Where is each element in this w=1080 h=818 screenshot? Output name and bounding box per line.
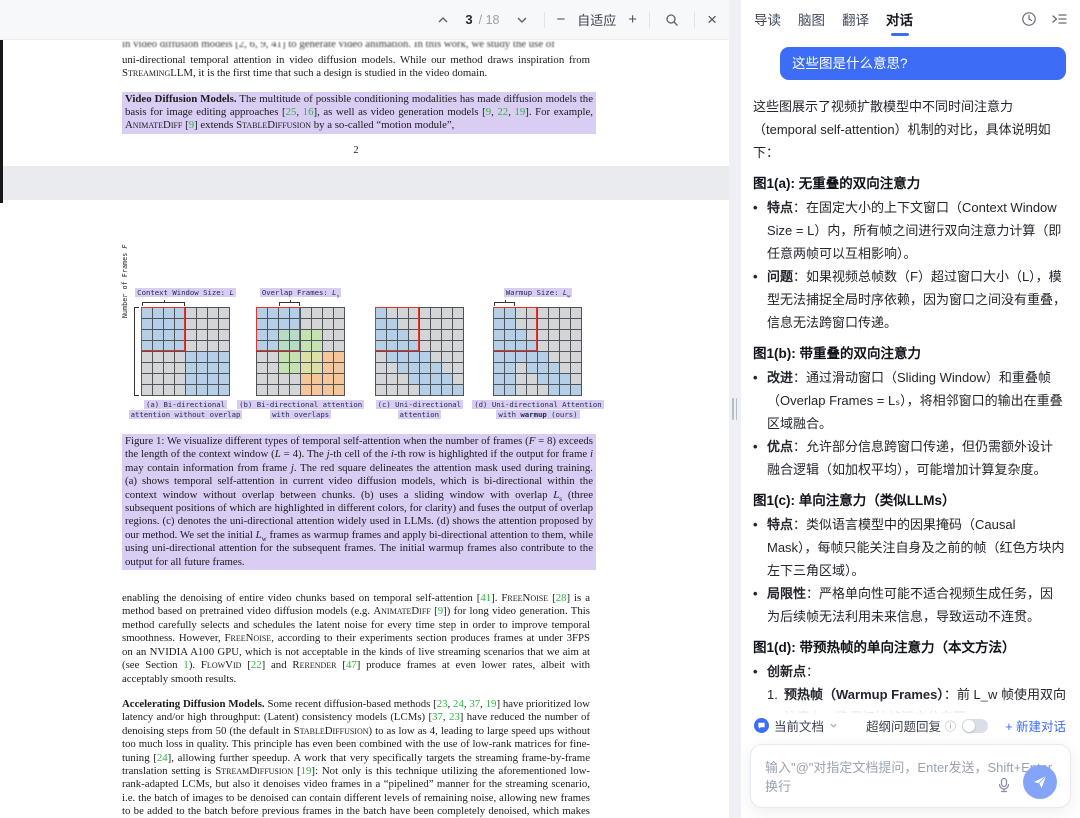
chat-message-list: 这些图是什么意思? 这些图展示了视频扩散模型中不同时间注意力（temporal … [741,38,1080,740]
figure-1-caption: Figure 1: We visualize different types o… [122,434,596,570]
attention-grid-a [141,307,230,396]
chat-section-heading: 图1(c): 单向注意力（类似LLMs） [753,489,1066,512]
close-button[interactable]: × [707,11,717,28]
figure-1: Context Window Size: LNumber of Frames F… [122,288,590,420]
pdf-paragraph: enabling the denoising of entire video c… [122,592,590,686]
user-message-bubble: 这些图是什么意思? [780,47,1066,80]
panel-b-caption: (b) Bi-directional attentionwith overlap… [237,400,364,420]
chevron-down-icon [516,14,528,26]
chat-doc-icon [754,718,769,733]
search-icon [665,13,679,27]
clock-history-icon[interactable] [1021,11,1037,27]
info-icon: ⓘ [945,718,956,734]
figure-panel-c: (c) Uni-directionalattention [367,288,471,420]
zoom-out-button[interactable]: − [557,12,566,27]
chat-section-heading: 图1(d): 带预热帧的单向注意力（本文方法） [753,636,1066,659]
chat-tabs: 导读脑图翻译对话 [754,0,913,38]
pdf-paragraph: Accelerating Diffusion Models. Some rece… [122,698,590,818]
chat-bullet: •问题：如果视频总帧数（F）超过窗口大小（L），模型无法捕捉全局时序依赖，因为窗… [753,265,1066,334]
tab-导读[interactable]: 导读 [754,0,781,38]
assistant-sections: 图1(a): 无重叠的双向注意力•特点：在固定大小的上下文窗口（Context … [753,172,1066,740]
doc-scope-label: 当前文档 [774,716,824,735]
fit-mode-button[interactable]: 自适应 [577,10,616,29]
chat-bullet: •特点：在固定大小的上下文窗口（Context Window Size = L）… [753,196,1066,265]
panel-b-label: Overlap Frames: Ls [260,288,342,300]
chevron-down-icon [829,721,838,730]
assistant-intro: 这些图展示了视频扩散模型中不同时间注意力（temporal self-atten… [753,95,1066,164]
beyond-scope-toggle[interactable] [962,719,988,733]
chevron-up-icon [437,14,449,26]
pdf-viewer: in video diffusion models [2, 6, 9, 41] … [0,0,729,818]
toggle-knob [963,720,975,732]
divider-grip-icon[interactable] [732,398,738,420]
toolbar-divider [649,12,650,28]
pdf-paragraph: uni-directional temporal attention in vi… [122,54,590,81]
toggle-label: 超纲问题回复 [866,716,941,735]
header-icons [1021,11,1068,27]
beyond-scope-toggle-group: 超纲问题回复 ⓘ [866,716,988,735]
chat-bullet: •优点：允许部分信息跨窗口传递，但仍需额外设计融合逻辑（如加权平均），可能增加计… [753,435,1066,481]
pdf-toolbar: 3 / 18 − 自适应 + × [0,0,729,40]
doc-scope-selector[interactable]: 当前文档 [754,716,838,735]
ai-chat-panel: 导读脑图翻译对话 这些图是什么意思? 这些图展示了视频扩散模型中不同时间注意力（… [741,0,1080,818]
new-chat-button[interactable]: + 新建对话 [1005,716,1066,735]
mic-icon[interactable] [996,777,1012,798]
toolbar-divider [544,12,545,28]
figure-panel-d: Warmup Size: Lw(d) Uni-directional Atten… [486,288,590,420]
pdf-clipped-line: in video diffusion models [2, 6, 9, 41] … [122,42,612,51]
pdf-page-3: Context Window Size: L Number of Frames F… [0,200,729,818]
chat-bullet: •改进：通过滑动窗口（Sliding Window）和重叠帧（Overlap F… [753,366,1066,435]
tab-翻译[interactable]: 翻译 [842,0,869,38]
attention-grid-d [493,307,582,396]
figure-panel-b: Overlap Frames: Ls(b) Bi-directional att… [249,288,353,420]
chat-bullet: •创新点： [753,660,1066,683]
figure-panel-a: Context Window Size: LNumber of Frames F… [122,288,234,420]
user-message-text: 这些图是什么意思? [792,56,908,71]
panel-a-label: Context Window Size: L [135,288,236,300]
panel-d-bracket [493,300,582,307]
chat-input[interactable]: 输入"@"对指定文档提问，Enter发送，Shift+Enter换行 [750,744,1071,808]
app-window: in video diffusion models [2, 6, 9, 41] … [0,0,1080,818]
current-page-input[interactable]: 3 [465,12,472,27]
attention-grid-b [256,307,345,396]
panel-a-caption: (a) Bi-directionalattention without over… [129,400,243,420]
pdf-page-2: in video diffusion models [2, 6, 9, 41] … [0,40,729,166]
collapse-panel-icon[interactable] [1051,11,1068,27]
tab-对话[interactable]: 对话 [886,0,913,38]
page-number: 2 [122,145,590,156]
page-gap [0,166,729,200]
pdf-highlighted-paragraph: Video Diffusion Models. The multitude of… [122,92,596,134]
total-pages-label: / 18 [479,13,500,27]
chat-input-placeholder: 输入"@"对指定文档提问，Enter发送，Shift+Enter换行 [751,745,1070,795]
panel-a-bracket [141,300,230,307]
toolbar-divider [694,12,695,28]
chat-header: 导读脑图翻译对话 [741,0,1080,38]
assistant-message: 这些图展示了视频扩散模型中不同时间注意力（temporal self-atten… [753,95,1066,740]
search-button[interactable] [662,10,682,30]
panel-d-caption: (d) Uni-directional Attentionwith warmup… [472,400,603,420]
pane-divider[interactable] [729,0,741,818]
chat-bullet: •局限性：严格单向性可能不适合视频生成任务，因为后续帧无法利用未来信息，导致运动… [753,582,1066,628]
frames-axis-bracket [134,307,139,396]
chat-footer-bar: 当前文档 超纲问题回复 ⓘ + 新建对话 [741,698,1080,740]
frames-axis-label: Number of Frames F [121,244,129,318]
chat-section-heading: 图1(a): 无重叠的双向注意力 [753,172,1066,195]
zoom-in-button[interactable]: + [628,12,637,27]
panel-c-bracket [375,300,464,307]
chat-section-heading: 图1(b): 带重叠的双向注意力 [753,342,1066,365]
prev-page-button[interactable] [433,10,453,30]
panel-b-bracket [256,300,345,307]
panel-d-label: Warmup Size: Lw [504,288,572,300]
send-icon [1032,774,1048,790]
attention-grid-c [375,307,464,396]
chat-bullet: •特点：类似语言模型中的因果掩码（Causal Mask），每帧只能关注自身及之… [753,513,1066,582]
send-button[interactable] [1023,765,1057,799]
panel-c-caption: (c) Uni-directionalattention [376,400,463,420]
tab-脑图[interactable]: 脑图 [798,0,825,38]
next-page-button[interactable] [512,10,532,30]
